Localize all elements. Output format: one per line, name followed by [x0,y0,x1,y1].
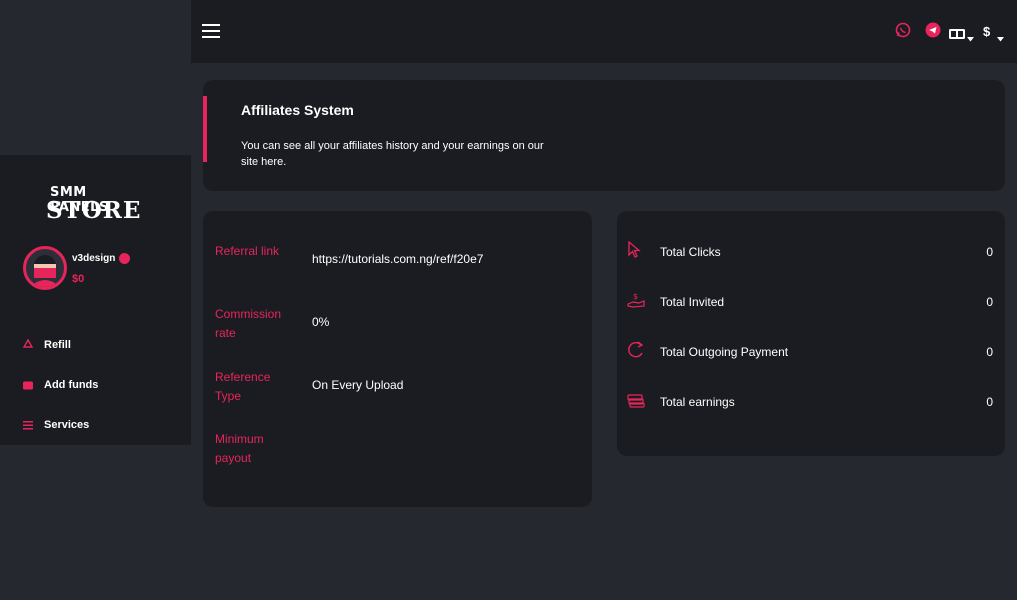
stat-label: Total earnings [660,395,735,409]
stat-label: Total Invited [660,295,725,309]
sidebar-spacer [0,0,191,155]
wallet-icon [22,379,34,391]
stat-total-clicks: Total Clicks 0 [627,240,995,261]
affiliates-header-card: Affiliates System You can see all your a… [203,80,1005,191]
sidebar-item-services[interactable]: Services [22,415,89,435]
stat-total-invited: $ Total Invited 0 [627,291,995,311]
logo-line-2: STORE [46,197,142,224]
balance: $0 [72,273,85,285]
currency-dropdown-chevron-icon[interactable] [997,29,1004,47]
sidebar-item-add-funds[interactable]: Add funds [22,375,98,395]
referral-link-value[interactable]: https://tutorials.com.ng/ref/f20e7 [312,252,483,266]
recycle-icon [22,339,34,351]
stat-label: Total Outgoing Payment [660,345,789,359]
stat-total-outgoing-payment: Total Outgoing Payment 0 [627,341,995,361]
cash-stack-icon [627,391,645,409]
sidebar: SMM PANELS STORE v3design $0 Refill Add … [0,155,191,445]
info-label: Referral link [215,244,280,258]
whatsapp-icon[interactable] [895,22,911,43]
sidebar-item-label: Services [44,419,90,431]
menu-icon[interactable] [202,24,220,38]
username: v3design [72,253,116,264]
refresh-icon [627,341,645,359]
avatar[interactable] [23,246,67,290]
sidebar-item-label: Refill [44,339,71,351]
currency-dropdown[interactable]: $ [983,24,990,39]
stat-value: 0 [986,295,993,309]
list-icon [22,419,34,431]
commission-rate-value: 0% [312,315,330,329]
sidebar-item-refill[interactable]: Refill [22,335,71,355]
top-bar: $ [191,0,1017,63]
sidebar-item-label: Add funds [44,379,99,391]
telegram-icon[interactable] [925,22,941,43]
stat-total-earnings: Total earnings 0 [627,391,995,411]
info-label: Commission rate [215,307,282,340]
stat-label: Total Clicks [660,245,721,259]
svg-text:$: $ [633,292,638,301]
page-title: Affiliates System [241,102,354,118]
site-logo[interactable]: SMM PANELS STORE [42,185,150,224]
page-description: You can see all your affiliates history … [241,140,544,168]
stat-value: 0 [986,395,993,409]
reference-type-value: On Every Upload [312,378,404,392]
stat-value: 0 [986,345,993,359]
language-icon[interactable] [949,26,965,44]
info-label: Reference Type [215,370,271,403]
accent-bar [203,96,207,162]
affiliate-stats-card: Total Clicks 0 $ Total Invited 0 Total O… [617,211,1005,456]
language-dropdown-chevron-icon[interactable] [967,29,974,47]
affiliate-info-card: Referral link https://tutorials.com.ng/r… [203,211,592,507]
info-label: Minimum payout [215,432,264,465]
cursor-icon [627,240,645,259]
money-hand-icon: $ [627,291,645,309]
ninja-avatar-icon [30,255,60,287]
verified-badge-icon [119,253,130,264]
stat-value: 0 [986,245,993,259]
